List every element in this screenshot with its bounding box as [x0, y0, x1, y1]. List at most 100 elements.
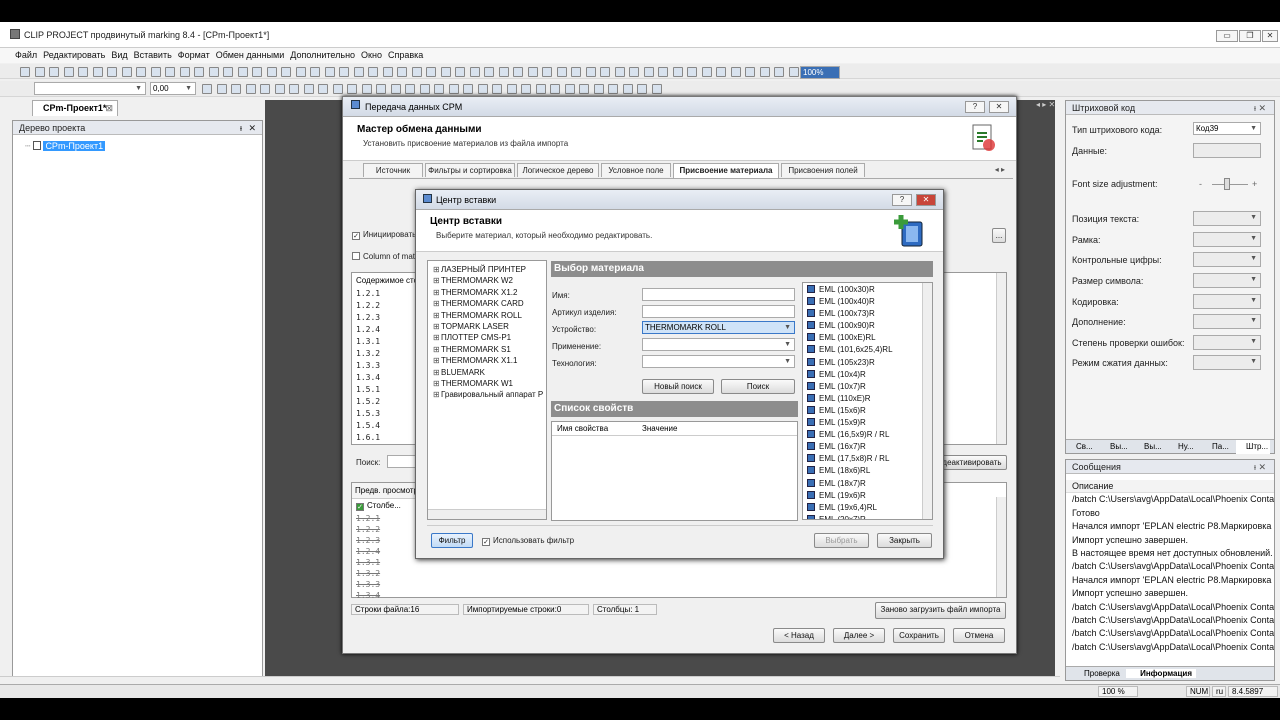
format-button-icon[interactable]: [231, 84, 241, 94]
toolbar-button-icon[interactable]: [281, 67, 291, 77]
menu-help[interactable]: Справка: [385, 48, 426, 63]
material-item[interactable]: EML (16x7)R: [803, 441, 932, 453]
toolbar-button-icon[interactable]: [527, 67, 538, 77]
insert-help-button[interactable]: ?: [892, 194, 912, 206]
toolbar-button-icon[interactable]: [208, 67, 219, 77]
toolbar-button-icon[interactable]: [513, 67, 523, 77]
material-item[interactable]: EML (100x40)R: [803, 296, 932, 308]
toolbar-button-icon[interactable]: [484, 67, 494, 77]
toolbar-button-icon[interactable]: [324, 67, 335, 77]
toolbar-button-icon[interactable]: [165, 67, 175, 77]
properties-list[interactable]: Имя свойства Значение: [551, 421, 798, 521]
expand-icon[interactable]: ⊞: [433, 332, 441, 343]
toolbar-button-icon[interactable]: [469, 67, 480, 77]
toolbar-button-icon[interactable]: [63, 67, 74, 77]
message-line[interactable]: Импорт успешно завершен.: [1066, 587, 1274, 600]
toolbar-button-icon[interactable]: [643, 67, 654, 77]
message-line[interactable]: /batch C:\Users\avg\AppData\Local\Phoeni…: [1066, 601, 1274, 614]
message-line[interactable]: /batch C:\Users\avg\AppData\Local\Phoeni…: [1066, 614, 1274, 627]
filter-button[interactable]: Фильтр: [431, 533, 473, 548]
expand-icon[interactable]: ⊞: [433, 310, 441, 321]
barcode-bottom-tab[interactable]: Вы...: [1134, 440, 1168, 454]
barcode-bottom-tab[interactable]: Штр...: [1236, 440, 1270, 454]
tab-check[interactable]: Проверка: [1066, 669, 1124, 678]
technology-dropdown[interactable]: ▼: [642, 355, 795, 368]
material-item[interactable]: EML (18x6)RL: [803, 465, 932, 477]
format-button-icon[interactable]: [361, 84, 372, 94]
material-item[interactable]: EML (19x6,4)RL: [803, 502, 932, 514]
format-button-icon[interactable]: [593, 84, 604, 94]
font-name-dropdown[interactable]: ▼: [34, 82, 146, 95]
expand-icon[interactable]: ⊞: [433, 321, 441, 332]
barcode-bottom-tab[interactable]: Ну...: [1168, 440, 1202, 454]
tab-info[interactable]: Информация: [1126, 669, 1196, 678]
barcode-bottom-tab[interactable]: Св...: [1066, 440, 1100, 454]
toolbar-button-icon[interactable]: [295, 67, 306, 77]
menu-view[interactable]: Вид: [108, 48, 130, 63]
message-line[interactable]: В настоящее время нет доступных обновлен…: [1066, 547, 1274, 560]
font-adjust-minus[interactable]: -: [1199, 179, 1202, 189]
barcode-property-dropdown[interactable]: ▼: [1193, 232, 1261, 247]
toolbar-button-icon[interactable]: [150, 67, 161, 77]
format-button-icon[interactable]: [463, 84, 473, 94]
barcode-type-dropdown[interactable]: Код39 ▼: [1193, 122, 1261, 135]
device-item[interactable]: ⊞THERMOMARK W1: [433, 378, 546, 389]
toolbar-button-icon[interactable]: [629, 67, 639, 77]
toolbar-button-icon[interactable]: [440, 67, 451, 77]
toolbar-button-icon[interactable]: [672, 67, 683, 77]
font-adjust-slider[interactable]: [1212, 178, 1248, 190]
material-item[interactable]: EML (100xE)RL: [803, 332, 932, 344]
expand-icon[interactable]: ⊞: [433, 264, 441, 275]
device-item[interactable]: ⊞THERMOMARK X1.2: [433, 287, 546, 298]
usage-dropdown[interactable]: ▼: [642, 338, 795, 351]
format-button-icon[interactable]: [550, 84, 560, 94]
format-button-icon[interactable]: [318, 84, 328, 94]
cancel-button[interactable]: Отмена: [953, 628, 1005, 643]
format-button-icon[interactable]: [245, 84, 256, 94]
material-item[interactable]: EML (15x9)R: [803, 417, 932, 429]
toolbar-button-icon[interactable]: [716, 67, 726, 77]
device-item[interactable]: ⊞THERMOMARK X1.1: [433, 355, 546, 366]
format-button-icon[interactable]: [521, 84, 531, 94]
toolbar-button-icon[interactable]: [49, 67, 59, 77]
format-button-icon[interactable]: [260, 84, 270, 94]
format-button-icon[interactable]: [506, 84, 517, 94]
toolbar-button-icon[interactable]: [252, 67, 262, 77]
format-button-icon[interactable]: [202, 84, 212, 94]
toolbar-button-icon[interactable]: [701, 67, 712, 77]
toolbar-button-icon[interactable]: [788, 67, 799, 77]
barcode-bottom-tab[interactable]: Па...: [1202, 440, 1236, 454]
barcode-data-input[interactable]: [1193, 143, 1261, 158]
expand-icon[interactable]: ⊞: [433, 298, 441, 309]
message-line[interactable]: /batch C:\Users\avg\AppData\Local\Phoeni…: [1066, 627, 1274, 640]
format-button-icon[interactable]: [332, 84, 343, 94]
toolbar-button-icon[interactable]: [368, 67, 378, 77]
toolbar-button-icon[interactable]: [107, 67, 117, 77]
material-item[interactable]: EML (101,6x25,4)RL: [803, 344, 932, 356]
barcode-property-dropdown[interactable]: ▼: [1193, 211, 1261, 226]
tab-scroll-icon[interactable]: ◂ ▸: [995, 165, 1005, 174]
material-item[interactable]: EML (10x4)R: [803, 369, 932, 381]
barcode-property-dropdown[interactable]: ▼: [1193, 273, 1261, 288]
format-button-icon[interactable]: [448, 84, 459, 94]
message-line[interactable]: /batch C:\Users\avg\AppData\Local\Phoeni…: [1066, 560, 1274, 573]
save-button[interactable]: Сохранить: [893, 628, 945, 643]
format-button-icon[interactable]: [376, 84, 386, 94]
document-tab-close-icon[interactable]: ⊠: [105, 101, 113, 115]
format-button-icon[interactable]: [289, 84, 299, 94]
toolbar-button-icon[interactable]: [585, 67, 596, 77]
device-item[interactable]: ⊞ПЛОТТЕР CMS-P1: [433, 332, 546, 343]
device-item[interactable]: ⊞Гравировальный аппарат P: [433, 389, 546, 400]
barcode-property-dropdown[interactable]: ▼: [1193, 335, 1261, 350]
format-button-icon[interactable]: [608, 84, 618, 94]
close-icon[interactable]: ✕: [248, 121, 256, 135]
device-item[interactable]: ⊞THERMOMARK S1: [433, 344, 546, 355]
search-button[interactable]: Поиск: [721, 379, 795, 394]
menu-edit[interactable]: Редактировать: [40, 48, 108, 63]
expand-icon[interactable]: ⊞: [433, 378, 441, 389]
toolbar-button-icon[interactable]: [310, 67, 320, 77]
toolbar-button-icon[interactable]: [194, 67, 204, 77]
barcode-property-dropdown[interactable]: ▼: [1193, 294, 1261, 309]
tab-field-assignment[interactable]: Присвоения полей: [781, 163, 865, 177]
device-tree-hscroll[interactable]: [428, 509, 546, 519]
